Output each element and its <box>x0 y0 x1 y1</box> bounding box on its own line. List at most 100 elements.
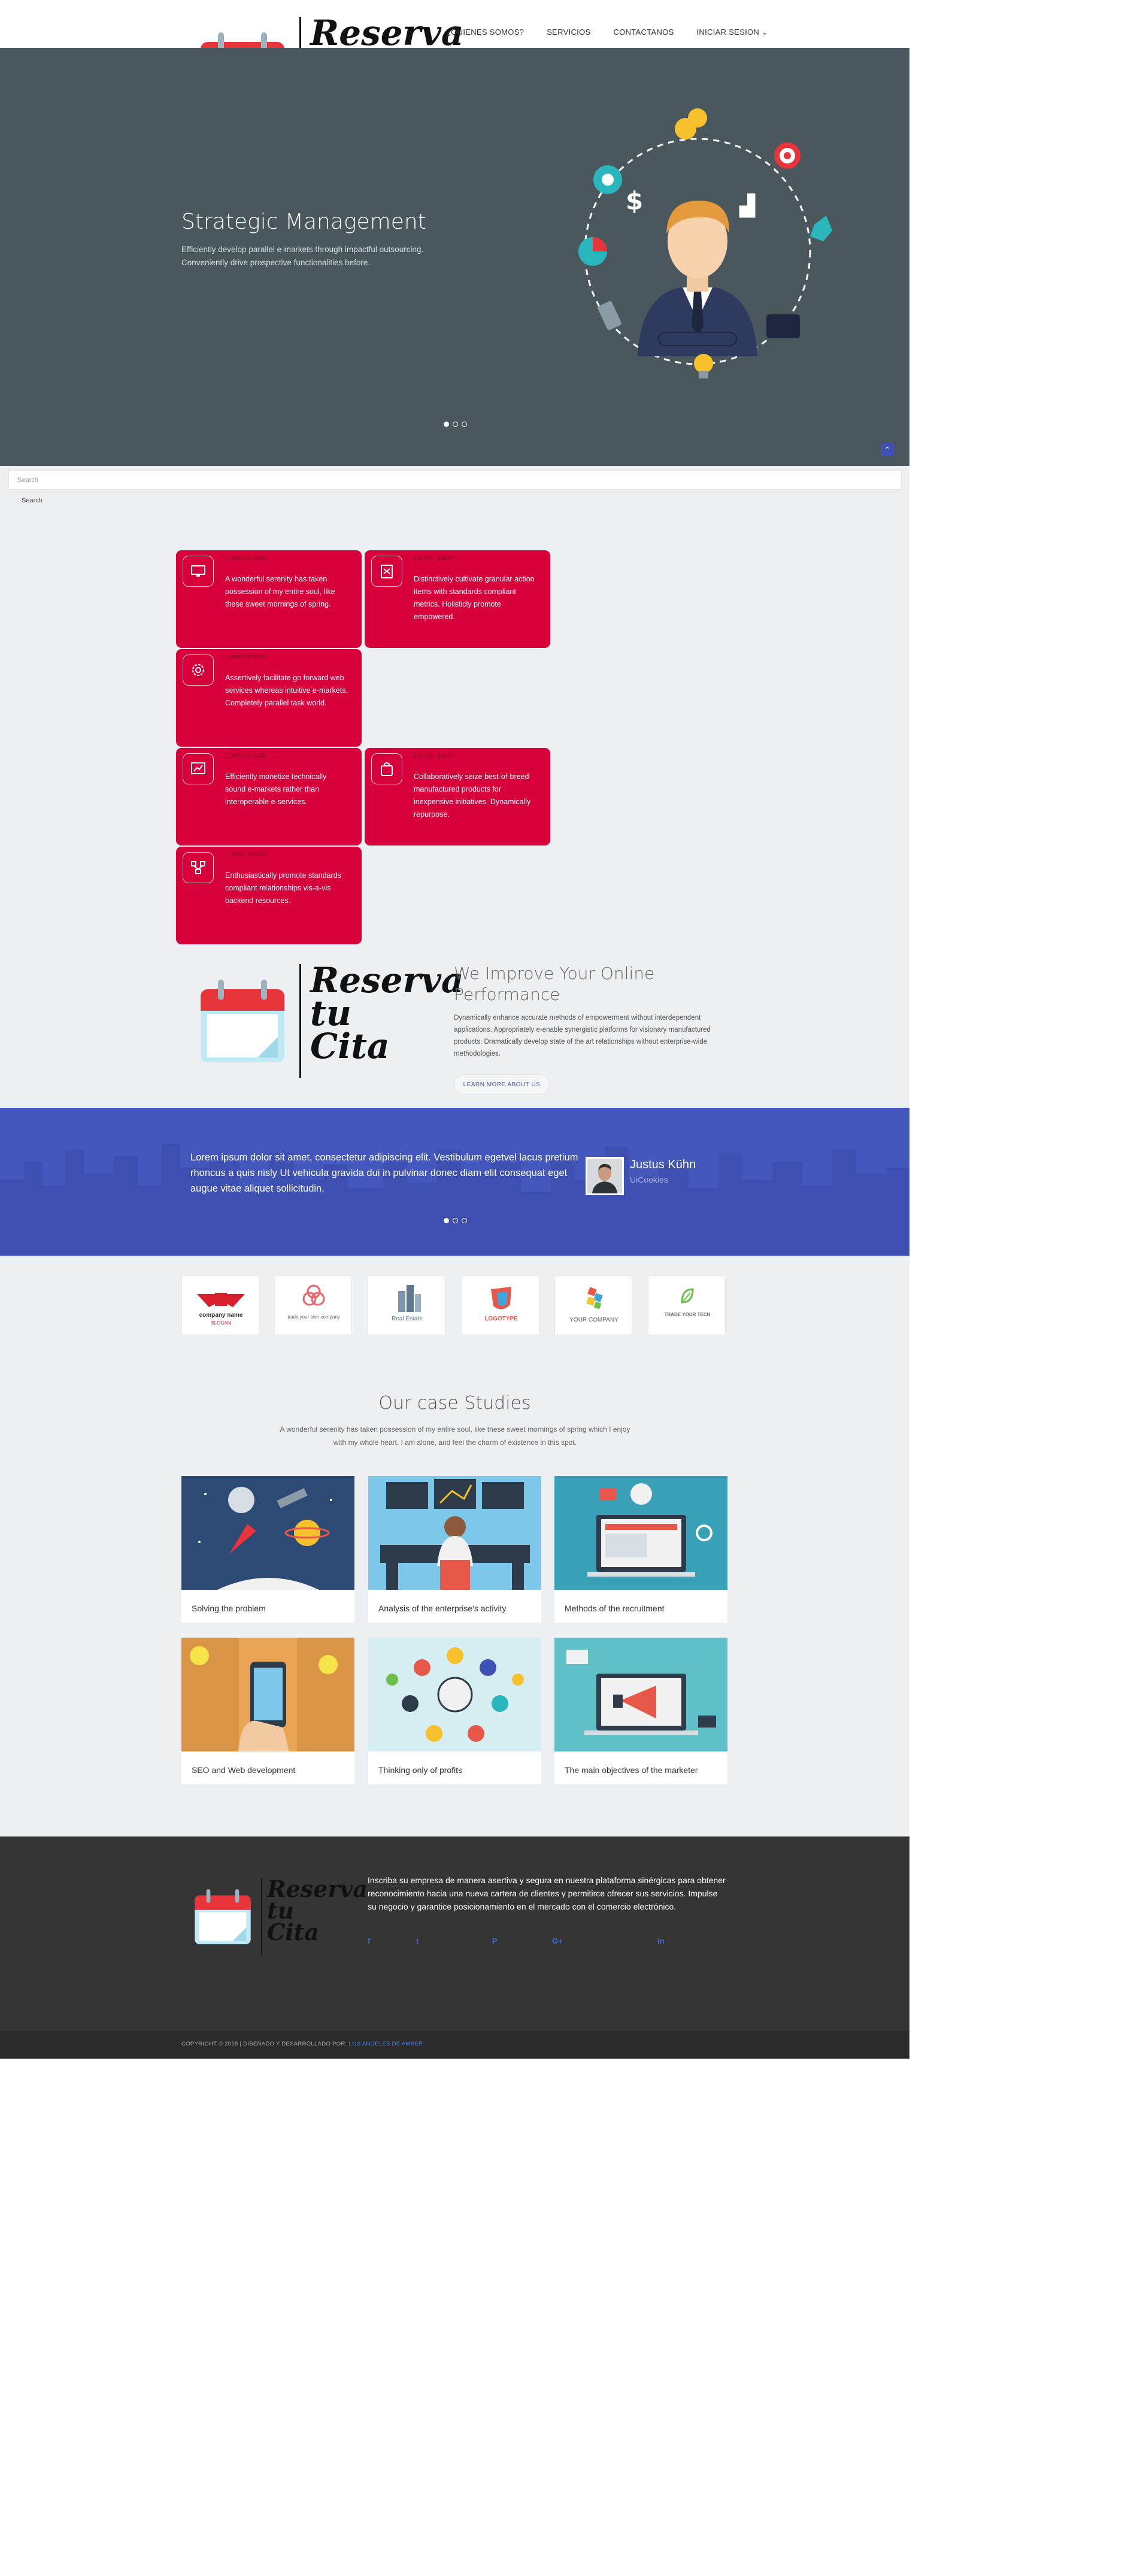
testimonial-slider: Lorem ipsum dolor sit amet, consectetur … <box>0 1108 909 1256</box>
about-logo: Reserva tu Cita <box>198 963 464 1078</box>
nav-item-contactanos[interactable]: CONTACTANOS <box>613 28 674 37</box>
service-text: Distinctively cultivate granular action … <box>414 575 535 621</box>
case-study-caption: Solving the problem <box>192 1604 266 1613</box>
case-study-card[interactable]: Analysis of the enterprise's activity <box>368 1476 541 1623</box>
buildings-logo-icon <box>398 1285 421 1312</box>
monitor-icon <box>183 556 214 587</box>
hero-slider-dots <box>444 422 467 427</box>
client-slogan: SLOGAN <box>211 1320 231 1326</box>
nav-item-servicios[interactable]: SERVICIOS <box>547 28 590 37</box>
service-card[interactable]: Lorem ipsum Collaboratively seize best-o… <box>365 748 550 845</box>
linkedin-icon[interactable]: in <box>657 1936 665 1945</box>
about-text: Dynamically enhance accurate methods of … <box>454 1014 711 1057</box>
client-logo[interactable]: LOGOTYPE <box>462 1275 539 1335</box>
scroll-top-button[interactable]: ⌃ <box>881 443 894 456</box>
client-logo[interactable]: Real Estate <box>368 1275 445 1335</box>
client-label: TRADE YOUR TECH <box>664 1312 711 1317</box>
client-logo[interactable]: company name SLOGAN <box>181 1275 259 1335</box>
marketing-megaphone-illustration <box>554 1638 727 1751</box>
cubes-logo-icon <box>586 1287 603 1310</box>
clipboard-icon <box>371 556 402 587</box>
search-button[interactable]: Search <box>22 497 43 504</box>
service-text: Assertively facilitate go forward web se… <box>225 674 348 707</box>
twitter-icon[interactable]: t <box>416 1936 419 1945</box>
hero-text: Efficiently develop parallel e-markets t… <box>181 245 424 267</box>
profits-icons-illustration <box>368 1638 541 1751</box>
brand-line-3: Cita <box>267 1919 319 1946</box>
testimonial-slider-dots <box>444 1218 467 1223</box>
service-card[interactable]: Lorem ipsum A wonderful serenity has tak… <box>176 550 362 648</box>
service-title: Lorem ipsum <box>225 553 267 562</box>
learn-more-button[interactable]: LEARN MORE ABOUT US <box>454 1074 550 1095</box>
service-card[interactable]: Lorem ipsum Efficiently monetize technic… <box>176 748 362 845</box>
svg-text:$: $ <box>626 186 643 216</box>
chart-icon <box>183 753 214 784</box>
client-logo[interactable]: trade your own company <box>274 1275 352 1335</box>
shield-logo-icon <box>491 1287 511 1310</box>
brand-line-1: Reserva <box>310 960 464 1001</box>
brand-name: Reserva tu Cita <box>310 960 464 1067</box>
case-study-caption: SEO and Web development <box>192 1765 296 1775</box>
case-study-card[interactable]: Solving the problem <box>181 1476 354 1623</box>
service-card[interactable]: Lorem ipsum Distinctively cultivate gran… <box>365 550 550 648</box>
service-title: Lorem ipsum <box>414 553 456 562</box>
client-label: company name <box>199 1312 243 1319</box>
testimonial-quote: Lorem ipsum dolor sit amet, consectetur … <box>190 1152 578 1194</box>
search-placeholder: Search <box>17 477 38 484</box>
footer: Reserva tu Cita Inscriba su empresa de m… <box>0 1836 909 2031</box>
recruitment-laptop-illustration <box>554 1476 727 1590</box>
service-card[interactable]: Lorem ipsum Assertively facilitate go fo… <box>176 649 362 747</box>
client-logo[interactable]: TRADE YOUR TECH <box>648 1275 726 1335</box>
calendar-icon <box>201 980 284 1062</box>
space-rocket-illustration <box>181 1476 354 1590</box>
case-study-card[interactable]: SEO and Web development <box>181 1638 354 1784</box>
about-title: We Improve Your Online Performance <box>454 963 655 1004</box>
client-label: YOUR COMPANY <box>569 1317 618 1323</box>
chevron-up-icon: ⌃ <box>884 446 891 454</box>
service-title: Lorem ipsum <box>414 751 456 759</box>
brand-line-1: Reserva <box>310 13 464 53</box>
seo-phone-illustration <box>181 1638 354 1751</box>
client-label: trade your own company <box>287 1314 340 1320</box>
hero-title: Strategic Management <box>181 210 426 234</box>
author-link[interactable]: LOS ANGELES DE AMBER <box>348 2041 423 2047</box>
brand-line-3: Cita <box>310 1026 390 1067</box>
client-logo[interactable]: YOUR COMPANY <box>554 1275 632 1335</box>
footer-logo[interactable]: Reserva tu Cita <box>193 1877 368 1956</box>
facebook-icon[interactable]: f <box>368 1936 370 1945</box>
main-nav: ¿QUIENES SOMOS? SERVICIOS CONTACTANOS IN… <box>446 28 791 37</box>
case-study-caption: Thinking only of profits <box>378 1765 463 1775</box>
client-label: Real Estate <box>392 1316 423 1322</box>
case-study-card[interactable]: The main objectives of the marketer <box>554 1638 727 1784</box>
service-card[interactable]: Lorem ipsum Enthusiastically promote sta… <box>176 847 362 944</box>
nav-item-quienes-somos[interactable]: ¿QUIENES SOMOS? <box>446 28 524 37</box>
case-study-card[interactable]: Thinking only of profits <box>368 1638 541 1784</box>
pinterest-icon[interactable]: P <box>492 1936 498 1945</box>
businessman-illustration: ▟ $ <box>578 108 832 378</box>
search-input[interactable]: Search <box>8 470 902 490</box>
nav-item-iniciar-sesion-label: INICIAR SESION <box>696 28 760 37</box>
footer-text: Inscriba su empresa de manera asertiva y… <box>368 1875 726 1911</box>
copyright-bar: COPYRIGHT © 2018 | DISEÑADO Y DESARROLLA… <box>0 2031 909 2059</box>
service-title: Lorem ipsum <box>225 751 267 759</box>
testimonial-company[interactable]: UiCookies <box>630 1175 668 1184</box>
google-plus-icon[interactable]: G+ <box>552 1936 563 1945</box>
rings-logo-icon <box>302 1284 325 1306</box>
slider-dot[interactable] <box>462 422 467 427</box>
nav-item-iniciar-sesion[interactable]: INICIAR SESION ⌄ <box>697 28 769 37</box>
copyright-text: COPYRIGHT © 2018 | DISEÑADO Y DESARROLLA… <box>181 2041 423 2047</box>
slider-dot[interactable] <box>444 422 449 427</box>
chevron-down-icon: ⌄ <box>762 28 769 37</box>
slider-dot[interactable] <box>453 422 458 427</box>
case-study-caption: Analysis of the enterprise's activity <box>378 1604 507 1613</box>
page: Reserva tu Cita ¿QUIENES SOMOS? SERVICIO… <box>0 0 909 2059</box>
slider-dot[interactable] <box>462 1218 467 1223</box>
avatar <box>586 1157 624 1195</box>
service-text: Enthusiastically promote standards compl… <box>225 871 341 905</box>
testimonial-author: Justus Kühn <box>630 1158 696 1171</box>
case-study-caption: Methods of the recruitment <box>565 1604 665 1613</box>
slider-dot[interactable] <box>444 1218 449 1223</box>
case-study-card[interactable]: Methods of the recruitment <box>554 1476 727 1623</box>
brand-name: Reserva tu Cita <box>267 1877 368 1946</box>
slider-dot[interactable] <box>453 1218 458 1223</box>
